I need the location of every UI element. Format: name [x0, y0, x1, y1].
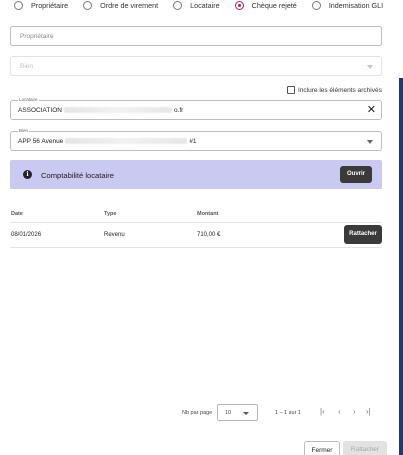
bien-value-start: APP 56 Avenue: [18, 138, 64, 145]
column-header-type: Type: [104, 211, 117, 217]
cell-date: 08/01/2026: [11, 232, 42, 238]
radio-ordre-de-virement[interactable]: Ordre de virement: [83, 0, 159, 10]
last-page-icon[interactable]: ›|: [366, 407, 371, 417]
locataire-value-end: o.fr: [173, 107, 184, 114]
radio-label: Locataire: [190, 0, 220, 10]
bien-placeholder: Bien: [20, 63, 34, 70]
redacted-text: [65, 138, 188, 145]
radio-indemnisation-gli[interactable]: Indemisation GLI: [311, 0, 384, 10]
radio-cheque-rejete[interactable]: Chèque rejeté: [234, 0, 297, 10]
window-edge: [399, 0, 403, 455]
radio-checked-icon: [234, 0, 244, 10]
column-header-date: Date: [11, 211, 23, 217]
pagination: Nb par page 10 1 – 1 sur 1 |‹ ‹ › ›|: [0, 403, 403, 423]
cell-montant: 710,00 €: [197, 232, 221, 238]
locataire-label: Locataire: [18, 97, 39, 102]
bien-value: APP 56 Avenue #1: [18, 138, 197, 145]
attach-row-button[interactable]: Rattacher: [344, 225, 382, 244]
table-divider: [10, 222, 382, 223]
radio-label: Chèque rejeté: [251, 0, 297, 10]
banner-title: Comptabilité locataire: [41, 171, 115, 180]
radio-circle-icon: [173, 0, 183, 10]
per-page-label: Nb par page: [182, 410, 213, 416]
radio-locataire[interactable]: Locataire: [173, 0, 220, 10]
include-archived-checkbox[interactable]: Inclure les éléments archivés: [287, 86, 382, 94]
close-button[interactable]: Fermer: [304, 441, 340, 455]
radio-circle-icon: [311, 0, 321, 10]
radio-label: Indemisation GLI: [328, 0, 384, 10]
radio-proprietaire[interactable]: Propriétaire: [14, 0, 69, 10]
locataire-value: ASSOCIATION o.fr: [18, 107, 183, 114]
per-page-value: 10: [225, 410, 232, 416]
page-range: 1 – 1 sur 1: [275, 410, 301, 416]
chevron-down-icon: [367, 65, 373, 69]
proprietaire-input[interactable]: Propriétaire: [10, 26, 382, 46]
cell-type: Revenu: [104, 232, 125, 238]
bien-value-end: #1: [189, 138, 197, 145]
radio-label: Ordre de virement: [100, 0, 159, 10]
payment-type-radio-group: Propriétaire Ordre de virement Locataire…: [14, 0, 403, 10]
attach-button-disabled: Rattacher: [343, 441, 387, 455]
radio-circle-icon: [14, 0, 23, 10]
bien-select[interactable]: Bien APP 56 Avenue #1: [10, 128, 382, 151]
per-page-select[interactable]: 10: [217, 404, 258, 421]
first-page-icon[interactable]: |‹: [320, 407, 325, 417]
radio-label: Propriétaire: [31, 0, 69, 10]
info-icon: i: [23, 170, 32, 179]
next-page-icon[interactable]: ›: [353, 407, 356, 417]
proprietaire-placeholder: Propriétaire: [20, 33, 54, 40]
table-divider: [10, 247, 382, 248]
comptabilite-locataire-banner: i Comptabilité locataire Ouvrir: [10, 160, 382, 189]
checkbox-icon[interactable]: [287, 86, 295, 94]
chevron-down-icon[interactable]: [367, 140, 373, 144]
bien-select-disabled: Bien: [10, 56, 382, 76]
column-header-montant: Montant: [197, 211, 219, 217]
chevron-down-icon: [243, 412, 249, 415]
locataire-input[interactable]: Locataire ASSOCIATION o.fr ✕: [10, 97, 382, 120]
bien-label: Bien: [18, 128, 30, 133]
include-archived-label: Inclure les éléments archivés: [298, 86, 382, 94]
redacted-text: [63, 107, 172, 114]
prev-page-icon[interactable]: ‹: [338, 407, 341, 417]
radio-circle-icon: [83, 0, 93, 10]
open-button[interactable]: Ouvrir: [340, 166, 372, 183]
side-panel-strip: [399, 78, 403, 455]
locataire-value-start: ASSOCIATION: [18, 107, 62, 114]
close-icon[interactable]: ✕: [367, 104, 376, 116]
